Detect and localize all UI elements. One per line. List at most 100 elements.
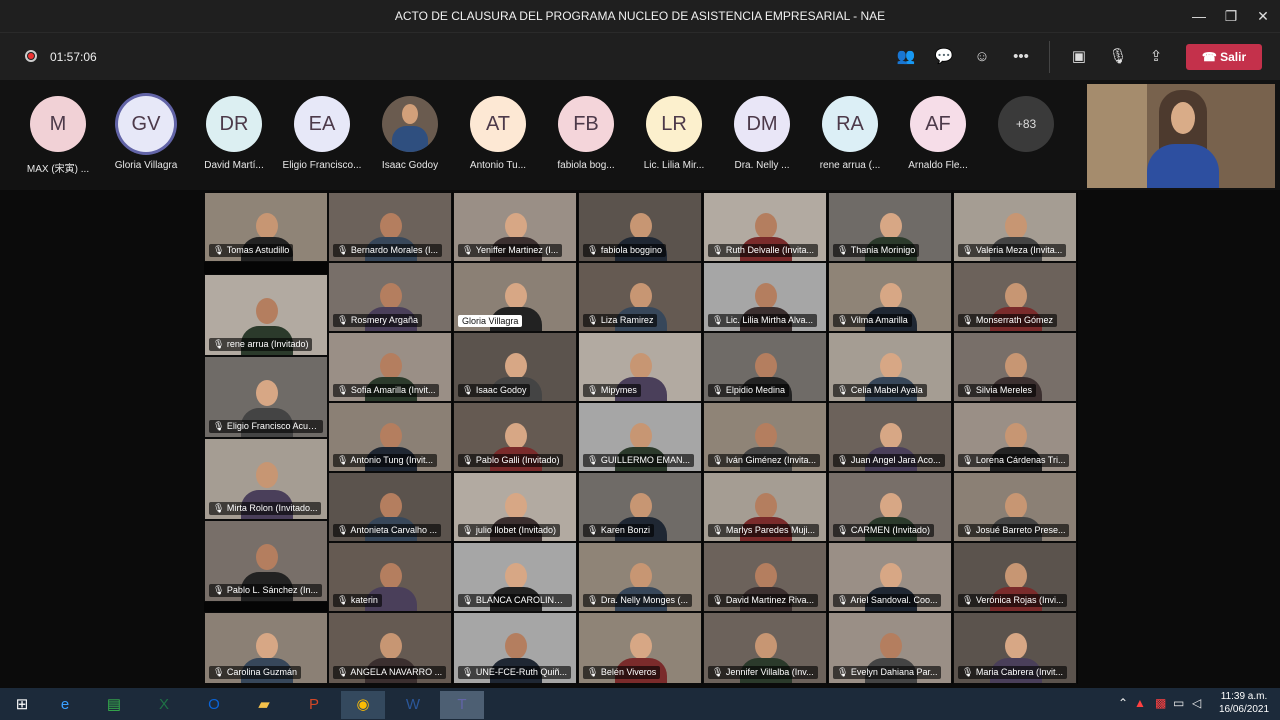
teams-icon[interactable]: T <box>440 691 484 719</box>
participant-video-tile[interactable]: 🎙 Pablo L. Sánchez (In... <box>204 520 328 602</box>
participant-video-tile[interactable]: 🎙 UNE-FCE-Ruth Quiñ... <box>453 612 577 684</box>
camera-icon[interactable]: ▣ <box>1067 45 1091 69</box>
participant-video-tile[interactable]: 🎙 David Martinez Riva... <box>703 542 827 612</box>
system-clock[interactable]: 11:39 a.m. 16/06/2021 <box>1212 690 1276 716</box>
participant-video-tile[interactable]: 🎙 Pablo Galli (Invitado) <box>453 402 577 472</box>
participant-video-tile[interactable]: 🎙 Antonio Tung (Invit... <box>328 402 452 472</box>
participant-video-tile[interactable]: 🎙 Monserrath Gómez <box>953 262 1077 332</box>
reactions-icon[interactable]: ☺ <box>970 45 994 69</box>
participant-video-tile[interactable]: 🎙 Lorena Cárdenas Tri... <box>953 402 1077 472</box>
participant-name-label: 🎙 Ariel Sandoval. Coo... <box>833 594 942 607</box>
file-explorer-icon[interactable]: ▰ <box>242 691 286 719</box>
participant-video-tile[interactable]: 🎙 julio llobet (Invitado) <box>453 472 577 542</box>
restore-icon[interactable]: ❐ <box>1220 6 1242 26</box>
participant-video-tile[interactable]: 🎙 Mipymes <box>578 332 702 402</box>
chrome-icon[interactable]: ◉ <box>341 691 385 719</box>
avatar-photo[interactable] <box>382 96 438 152</box>
participant-video-tile[interactable]: 🎙 Liza Ramirez <box>578 262 702 332</box>
avatar[interactable]: EA <box>294 96 350 152</box>
participant-video-tile[interactable]: 🎙 Silvia Mereles <box>953 332 1077 402</box>
participants-icon[interactable]: 👥 <box>894 45 918 69</box>
more-participants-button[interactable]: +83 <box>998 96 1054 152</box>
participant-video-tile[interactable]: 🎙 ANGELA NAVARRO ... <box>328 612 452 684</box>
participant-name-label: 🎙 GUILLERMO EMAN... <box>583 454 694 467</box>
participant-video-tile[interactable]: 🎙 BLANCA CAROLINA ... <box>453 542 577 612</box>
participant-video-tile[interactable]: 🎙 Eligio Francisco Acuña... <box>204 356 328 438</box>
excel-icon[interactable]: X <box>142 691 186 719</box>
avatar[interactable]: FB <box>558 96 614 152</box>
participant-video-tile[interactable]: 🎙 Marlys Paredes Muji... <box>703 472 827 542</box>
participant-video-tile[interactable]: 🎙 Josué Barreto Prese... <box>953 472 1077 542</box>
outlook-icon[interactable]: O <box>192 691 236 719</box>
participant-video-tile[interactable]: 🎙 Thania Morinigo <box>828 192 952 262</box>
participant-name-label: 🎙 Antonio Tung (Invit... <box>333 454 437 467</box>
network-icon[interactable]: ▭ <box>1173 696 1184 710</box>
participant-video-tile[interactable]: 🎙 Antonieta Carvalho ... <box>328 472 452 542</box>
word-icon[interactable]: W <box>391 691 435 719</box>
avatar[interactable]: M <box>30 96 86 152</box>
more-options-icon[interactable]: ••• <box>1009 45 1033 69</box>
participant-video-tile[interactable]: 🎙 Mirta Rolon (Invitado... <box>204 438 328 520</box>
avatar[interactable]: LR <box>646 96 702 152</box>
participant-video-tile[interactable]: 🎙 Yeniffer Martinez (I... <box>453 192 577 262</box>
participant-name: David Martí... <box>204 160 264 171</box>
powerpoint-icon[interactable]: P <box>292 691 336 719</box>
minimize-icon[interactable]: — <box>1188 6 1210 26</box>
security-tray-icon[interactable]: ▩ <box>1155 696 1166 710</box>
participant-video-tile[interactable]: 🎙 Tomas Astudillo <box>204 192 328 262</box>
participant-video-tile[interactable]: 🎙 Verónica Rojas (Invi... <box>953 542 1077 612</box>
participant-name-label: 🎙 Rosmery Argaña <box>333 314 422 327</box>
avatar[interactable]: DM <box>734 96 790 152</box>
participant-name-label: 🎙 David Martinez Riva... <box>708 594 818 607</box>
participant-name-label: 🎙 Juan Angel Jara Aco... <box>833 454 945 467</box>
participant-name-label: 🎙 ANGELA NAVARRO ... <box>333 666 447 679</box>
participant-video-tile[interactable]: 🎙 Sofia Amarilla (Invit... <box>328 332 452 402</box>
internet-explorer-icon[interactable]: e <box>43 691 87 719</box>
avatar[interactable]: GV <box>118 96 174 152</box>
participant-video-tile[interactable]: 🎙 katerin <box>328 542 452 612</box>
participant-video-tile[interactable]: 🎙 Celia Mabel Ayala <box>828 332 952 402</box>
participant-video-tile[interactable]: 🎙 Lic. Lilia Mirtha Alva... <box>703 262 827 332</box>
avatar[interactable]: AF <box>910 96 966 152</box>
store-icon[interactable]: ▤ <box>92 691 136 719</box>
avatar[interactable]: DR <box>206 96 262 152</box>
acrobat-tray-icon[interactable]: ▲ <box>1134 696 1146 710</box>
clock-time: 11:39 a.m. <box>1220 691 1268 702</box>
tray-chevron-icon[interactable]: ⌃ <box>1118 696 1128 710</box>
chat-icon[interactable]: 💬 <box>932 45 956 69</box>
participant-video-tile[interactable]: 🎙 Carolina Guzmán <box>204 612 328 684</box>
participant-video-tile[interactable]: 🎙 rene arrua (Invitado) <box>204 274 328 356</box>
volume-icon[interactable]: ◁ <box>1192 696 1201 710</box>
participant-video-tile[interactable]: 🎙 Valeria Meza (Invita... <box>953 192 1077 262</box>
avatar[interactable]: AT <box>470 96 526 152</box>
participant-video-tile[interactable]: Gloria Villagra <box>453 262 577 332</box>
participant-video-tile[interactable]: 🎙 GUILLERMO EMAN... <box>578 402 702 472</box>
participant-video-tile[interactable]: 🎙 Evelyn Dahiana Par... <box>828 612 952 684</box>
participant-video-tile[interactable]: 🎙 Dra. Nelly Monges (... <box>578 542 702 612</box>
participant-video-tile[interactable]: 🎙 Ariel Sandoval. Coo... <box>828 542 952 612</box>
share-screen-icon[interactable]: ⇪ <box>1144 45 1168 69</box>
mute-mic-icon[interactable]: 🎙 <box>1106 45 1130 69</box>
leave-button[interactable]: ☎ Salir <box>1186 44 1262 70</box>
participant-name-label: 🎙 rene arrua (Invitado) <box>209 338 313 351</box>
close-icon[interactable]: ✕ <box>1252 6 1274 26</box>
participant-video-tile[interactable]: 🎙 CARMEN (Invitado) <box>828 472 952 542</box>
avatar[interactable]: RA <box>822 96 878 152</box>
windows-start-icon[interactable]: ⊞ <box>0 691 44 719</box>
participant-video-tile[interactable]: 🎙 Bernardo Morales (I... <box>328 192 452 262</box>
participant-video-tile[interactable]: 🎙 Isaac Godoy <box>453 332 577 402</box>
participant-video-tile[interactable]: 🎙 Maria Cabrera (Invit... <box>953 612 1077 684</box>
participant-video-tile[interactable]: 🎙 Karen Bonzi <box>578 472 702 542</box>
participant-video-tile[interactable]: 🎙 Jennifer Villalba (Inv... <box>703 612 827 684</box>
participant-video-tile[interactable]: 🎙 fabiola boggino <box>578 192 702 262</box>
participant-video-tile[interactable]: 🎙 Juan Angel Jara Aco... <box>828 402 952 472</box>
participant-video-tile[interactable]: 🎙 Iván Giménez (Invita... <box>703 402 827 472</box>
participant-name-label: 🎙 Eligio Francisco Acuña... <box>209 420 323 433</box>
participant-name-label: Gloria Villagra <box>458 315 523 327</box>
self-video-preview[interactable] <box>1087 84 1275 188</box>
participant-video-tile[interactable]: 🎙 Vilma Amarilla <box>828 262 952 332</box>
participant-video-tile[interactable]: 🎙 Belén Viveros <box>578 612 702 684</box>
participant-video-tile[interactable]: 🎙 Rosmery Argaña <box>328 262 452 332</box>
participant-video-tile[interactable]: 🎙 Ruth Delvalle (Invita... <box>703 192 827 262</box>
participant-video-tile[interactable]: 🎙 Elpidio Medina <box>703 332 827 402</box>
